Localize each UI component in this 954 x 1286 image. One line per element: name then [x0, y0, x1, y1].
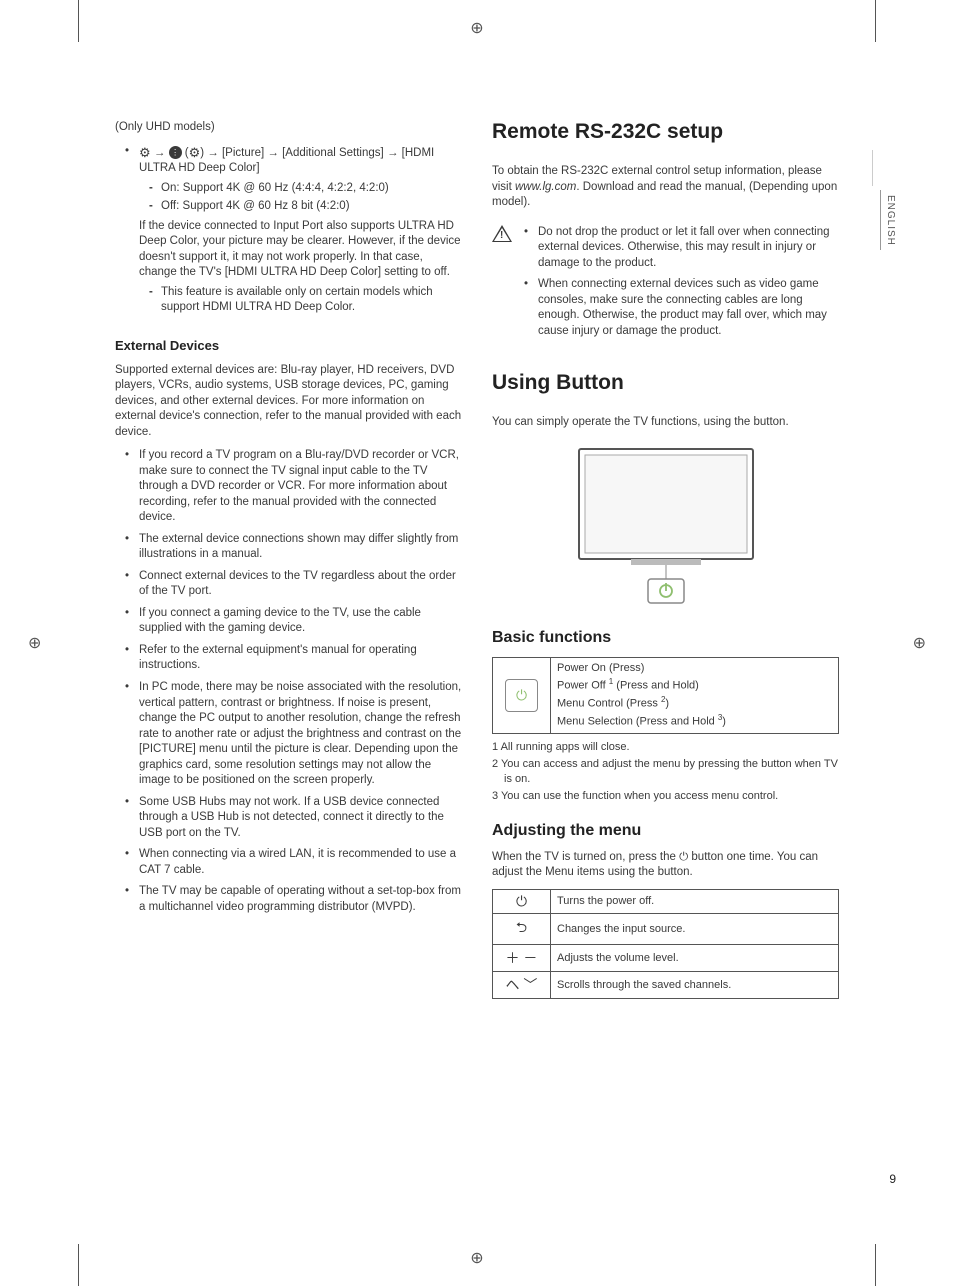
power-off-icon: ⏻ — [493, 889, 551, 913]
gear-icon: ⚙ — [189, 144, 201, 162]
arrow: → — [267, 146, 279, 158]
rs232c-intro: To obtain the RS-232C external control s… — [492, 164, 839, 211]
bf-text: Menu Control (Press — [557, 698, 661, 710]
input-source-icon: ⮌ — [493, 913, 551, 944]
external-devices-heading: External Devices — [115, 338, 462, 353]
warning-block: ! Do not drop the product or let it fall… — [492, 225, 839, 354]
footnotes: 1 All running apps will close. 2 You can… — [492, 740, 839, 803]
menu-desc: Changes the input source. — [551, 913, 839, 944]
left-column: (Only UHD models) ⚙ → ⋮ (⚙) → [Picture] … — [115, 120, 462, 999]
volume-icon: ＋ － — [493, 944, 551, 971]
warning-item: When connecting external devices such as… — [528, 277, 839, 339]
bf-text: Menu Selection (Press and Hold — [557, 716, 718, 728]
uhd-feature-note: This feature is available only on certai… — [151, 285, 462, 316]
uhd-menu-path-item: ⚙ → ⋮ (⚙) → [Picture] → [Additional Sett… — [129, 144, 462, 316]
warning-item: Do not drop the product or let it fall o… — [528, 225, 839, 272]
menu-row: ＋ － Adjusts the volume level. — [493, 944, 839, 971]
uhd-option-off: Off: Support 4K @ 60 Hz 8 bit (4:2:0) — [151, 199, 462, 215]
warning-icon-container: ! — [492, 225, 514, 354]
using-button-intro: You can simply operate the TV functions,… — [492, 415, 839, 431]
menu-row: ヘ ﹀ Scrolls through the saved channels. — [493, 971, 839, 998]
right-column: Remote RS-232C setup To obtain the RS-23… — [492, 120, 839, 999]
arrow: → — [207, 146, 219, 158]
rs232c-url: www.lg.com — [515, 181, 576, 193]
registration-mark-left-icon: ⊕ — [28, 633, 41, 653]
crop-mark — [875, 0, 876, 42]
bf-menu-selection: Menu Selection (Press and Hold 3) — [557, 712, 832, 730]
adjusting-menu-intro: When the TV is turned on, press the ⏻ bu… — [492, 850, 839, 881]
power-button-icon-cell: ⏻ — [493, 657, 551, 734]
arrow: → — [387, 146, 399, 158]
adjusting-menu-title: Adjusting the menu — [492, 822, 839, 840]
bf-text: ) — [722, 716, 726, 728]
menu-table: ⏻ Turns the power off. ⮌ Changes the inp… — [492, 889, 839, 999]
registration-mark-bottom-icon: ⊕ — [470, 1248, 483, 1268]
external-devices-intro: Supported external devices are: Blu-ray … — [115, 363, 462, 441]
channel-scroll-icon: ヘ ﹀ — [493, 971, 551, 998]
tv-illustration — [561, 441, 771, 611]
menu-row: ⮌ Changes the input source. — [493, 913, 839, 944]
rs232c-title: Remote RS-232C setup — [492, 120, 839, 144]
basic-functions-cell: Power On (Press) Power Off 1 (Press and … — [551, 657, 839, 734]
registration-mark-top-icon: ⊕ — [470, 18, 483, 38]
basic-functions-table: ⏻ Power On (Press) Power Off 1 (Press an… — [492, 657, 839, 735]
uhd-menu-path-list: ⚙ → ⋮ (⚙) → [Picture] → [Additional Sett… — [115, 144, 462, 316]
warning-triangle-icon: ! — [492, 225, 512, 242]
crop-mark — [78, 0, 79, 42]
external-devices-bullets: If you record a TV program on a Blu-ray/… — [115, 448, 462, 915]
power-inline-icon: ⏻ — [679, 851, 688, 863]
menu-desc: Adjusts the volume level. — [551, 944, 839, 971]
uhd-description: If the device connected to Input Port al… — [139, 220, 461, 279]
bf-text: Power Off — [557, 680, 609, 692]
bf-text: (Press and Hold) — [613, 680, 699, 692]
footnote: 3 You can use the function when you acce… — [492, 789, 839, 804]
ext-bullet: Connect external devices to the TV regar… — [129, 569, 462, 600]
crop-mark — [78, 1244, 79, 1286]
ext-bullet: The external device connections shown ma… — [129, 532, 462, 563]
power-icon: ⏻ — [505, 679, 538, 713]
menu-additional: [Additional Settings] — [282, 146, 384, 158]
arrow: → — [154, 146, 166, 158]
registration-mark-right-icon: ⊕ — [913, 633, 926, 653]
gear-icon: ⚙ — [139, 144, 151, 162]
using-button-title: Using Button — [492, 371, 839, 395]
ext-bullet: The TV may be capable of operating witho… — [129, 884, 462, 915]
ext-bullet: If you connect a gaming device to the TV… — [129, 606, 462, 637]
language-tab: ENGLISH — [880, 190, 896, 250]
ext-bullet: Refer to the external equipment's manual… — [129, 643, 462, 674]
footnote: 2 You can access and adjust the menu by … — [492, 757, 839, 787]
ext-bullet: In PC mode, there may be noise associate… — [129, 680, 462, 789]
ext-bullet: When connecting via a wired LAN, it is r… — [129, 847, 462, 878]
crop-mark — [875, 1244, 876, 1286]
menu-desc: Turns the power off. — [551, 889, 839, 913]
footnote: 1 All running apps will close. — [492, 740, 839, 755]
uhd-options-list: On: Support 4K @ 60 Hz (4:4:4, 4:2:2, 4:… — [139, 181, 462, 215]
bf-text: ) — [665, 698, 669, 710]
bf-power-on: Power On (Press) — [557, 661, 832, 676]
menu-row: ⏻ Turns the power off. — [493, 889, 839, 913]
more-dots-icon: ⋮ — [169, 146, 182, 159]
page-number: 9 — [889, 1172, 896, 1186]
ext-bullet: Some USB Hubs may not work. If a USB dev… — [129, 795, 462, 842]
uhd-feature-note-list: This feature is available only on certai… — [139, 285, 462, 316]
adj-intro-a: When the TV is turned on, press the — [492, 851, 679, 863]
menu-picture: [Picture] — [222, 146, 264, 158]
uhd-models-note: (Only UHD models) — [115, 120, 462, 136]
page-content: (Only UHD models) ⚙ → ⋮ (⚙) → [Picture] … — [115, 120, 839, 999]
bf-menu-control: Menu Control (Press 2) — [557, 694, 832, 712]
uhd-option-on: On: Support 4K @ 60 Hz (4:4:4, 4:2:2, 4:… — [151, 181, 462, 197]
menu-desc: Scrolls through the saved channels. — [551, 971, 839, 998]
ext-bullet: If you record a TV program on a Blu-ray/… — [129, 448, 462, 526]
warning-list: Do not drop the product or let it fall o… — [524, 225, 839, 346]
basic-functions-title: Basic functions — [492, 629, 839, 647]
bf-power-off: Power Off 1 (Press and Hold) — [557, 676, 832, 694]
